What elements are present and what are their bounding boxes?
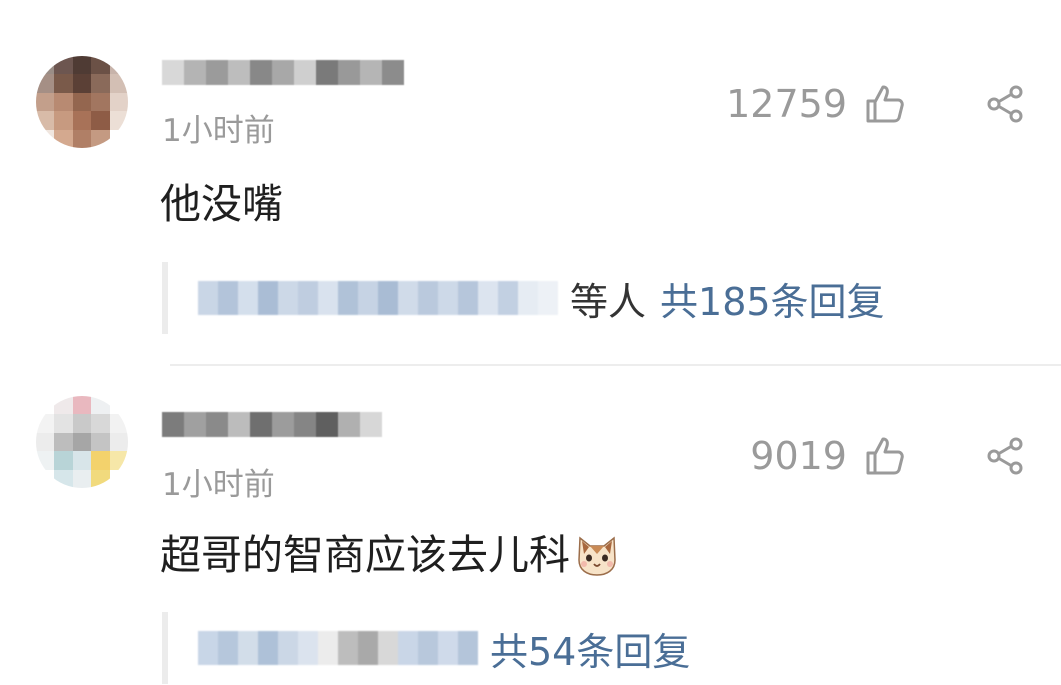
comment-1: 1小时前 12759 他没嘴 等人 共185条回复 — [0, 0, 1061, 364]
replies-summary[interactable]: 共54条回复 — [162, 612, 690, 684]
avatar[interactable] — [36, 396, 128, 488]
replies-summary[interactable]: 等人 共185条回复 — [162, 262, 885, 334]
thumbs-up-icon[interactable] — [861, 80, 909, 128]
like-count: 12759 — [726, 82, 847, 126]
view-replies-link[interactable]: 共54条回复 — [490, 621, 690, 676]
cat-emoji-icon — [574, 532, 620, 578]
avatar[interactable] — [36, 56, 128, 148]
reply-authors-obscured — [198, 281, 558, 315]
comment-metrics: 9019 — [750, 432, 1027, 480]
comment-2: 1小时前 9019 超哥的智商应该去儿科 共54条回复 — [0, 366, 1061, 685]
comment-text: 超哥的智商应该去儿科 — [160, 532, 620, 578]
comment-time: 1小时前 — [162, 113, 275, 149]
reply-authors-obscured — [198, 631, 478, 665]
username-obscured[interactable] — [162, 412, 382, 462]
comment-text: 他没嘴 — [160, 184, 283, 225]
share-icon[interactable] — [983, 434, 1027, 478]
share-icon[interactable] — [983, 82, 1027, 126]
replies-tail-text: 等人 — [570, 279, 647, 324]
view-replies-link[interactable]: 共185条回复 — [660, 271, 885, 326]
comment-metrics: 12759 — [726, 80, 1027, 128]
thumbs-up-icon[interactable] — [861, 432, 909, 480]
comment-text-content: 他没嘴 — [160, 180, 283, 228]
username-obscured[interactable] — [162, 60, 404, 110]
comment-time: 1小时前 — [162, 467, 275, 503]
like-count: 9019 — [750, 434, 847, 478]
comment-text-content: 超哥的智商应该去儿科 — [160, 530, 570, 579]
